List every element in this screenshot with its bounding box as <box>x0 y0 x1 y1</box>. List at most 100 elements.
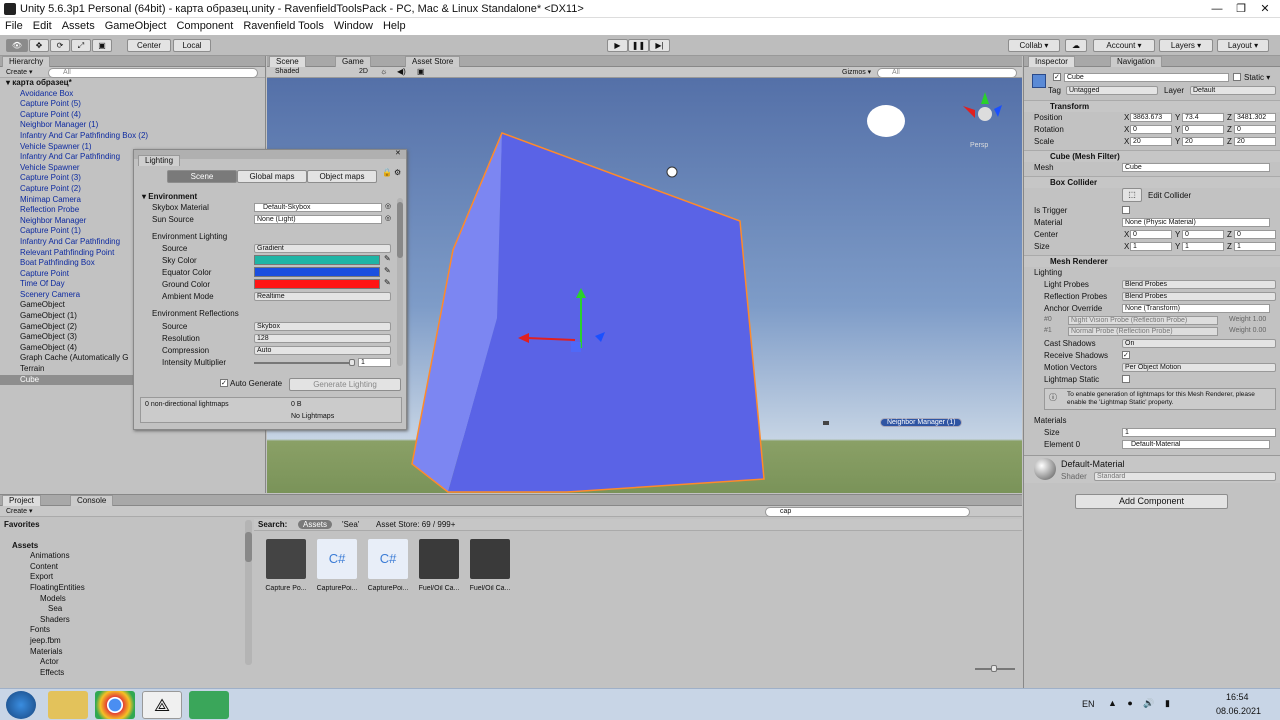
shader-dropdown[interactable]: Standard <box>1094 472 1276 481</box>
project-folder-item[interactable]: Shaders <box>4 615 244 626</box>
asset-item[interactable]: Fuel/Oil Ca... <box>417 539 461 592</box>
rotate-tool-button[interactable]: ⟳ <box>50 39 70 52</box>
materials-size-field[interactable]: 1 <box>1122 428 1276 437</box>
rotation-x-field[interactable]: 0 <box>1130 125 1172 134</box>
menu-component[interactable]: Component <box>171 18 238 32</box>
object-name-field[interactable]: Cube <box>1064 73 1229 82</box>
lighting-tab-global-maps[interactable]: Global maps <box>237 170 307 183</box>
menu-gameobject[interactable]: GameObject <box>100 18 172 32</box>
tab-scene[interactable]: Scene <box>269 56 306 67</box>
layer-dropdown[interactable]: Default <box>1190 86 1276 95</box>
cloud-icon[interactable]: ☁ <box>1065 39 1087 52</box>
reflection-probes-dropdown[interactable]: Blend Probes <box>1122 292 1276 301</box>
scale-z-field[interactable]: 20 <box>1234 137 1276 146</box>
materials-foldout[interactable]: Materials <box>1034 416 1066 425</box>
mode-2d-toggle[interactable]: 2D <box>359 68 368 75</box>
neighbor-manager-label[interactable]: Neighbor Manager (1) <box>880 418 963 427</box>
is-trigger-checkbox[interactable] <box>1122 206 1130 214</box>
size-x-field[interactable]: 1 <box>1130 242 1172 251</box>
collab-button[interactable]: Collab ▾ <box>1008 39 1060 52</box>
static-dropdown[interactable]: Static ▾ <box>1244 73 1270 82</box>
hierarchy-search-input[interactable]: All <box>48 68 258 78</box>
account-button[interactable]: Account ▾ <box>1093 39 1155 52</box>
skybox-field[interactable]: Default-Skybox <box>254 203 382 212</box>
compression-dropdown[interactable]: Auto <box>254 346 391 355</box>
element-0-field[interactable]: Default-Material <box>1122 440 1270 449</box>
mesh-field[interactable]: Cube <box>1122 163 1270 172</box>
tab-project[interactable]: Project <box>2 495 41 506</box>
favorites-item[interactable]: Favorites <box>4 520 244 531</box>
lighting-foldout[interactable]: Lighting <box>1034 268 1062 277</box>
maximize-icon[interactable]: ❐ <box>1228 0 1254 18</box>
intensity-slider-track[interactable] <box>254 362 354 364</box>
scale-tool-button[interactable]: ⤢ <box>71 39 91 52</box>
view-tool-button[interactable]: 👁 <box>6 39 28 52</box>
asset-item[interactable]: C# CapturePoi... <box>315 539 359 592</box>
motion-vectors-dropdown[interactable]: Per Object Motion <box>1122 363 1276 372</box>
lighting-tab-object-maps[interactable]: Object maps <box>307 170 377 183</box>
position-z-field[interactable]: 3481.302 <box>1234 113 1276 122</box>
eyedropper-icon[interactable]: ✎ <box>384 266 391 275</box>
rect-tool-button[interactable]: ▣ <box>92 39 112 52</box>
edit-collider-button[interactable]: ⬚ <box>1122 188 1142 202</box>
collider-material-field[interactable]: None (Physic Material) <box>1122 218 1270 227</box>
position-y-field[interactable]: 73.4 <box>1182 113 1224 122</box>
zoom-slider-handle[interactable] <box>991 665 997 672</box>
tab-asset-store[interactable]: Asset Store <box>405 56 461 67</box>
sun-picker-icon[interactable]: ◎ <box>385 214 391 222</box>
project-folder-item[interactable]: Fonts <box>4 625 244 636</box>
asset-item[interactable]: Fuel/Oil Ca... <box>468 539 512 592</box>
hierarchy-item[interactable]: Avoidance Box <box>0 89 265 100</box>
menu-file[interactable]: File <box>0 18 28 32</box>
effects-toggle-icon[interactable]: ▣ <box>417 67 425 76</box>
project-folder-item[interactable]: Sea <box>4 604 244 615</box>
language-indicator[interactable]: EN <box>1082 699 1095 709</box>
mesh-renderer-header[interactable]: Mesh Renderer <box>1024 255 1280 267</box>
project-search-input[interactable]: cap <box>765 507 970 517</box>
audio-toggle-icon[interactable]: ◀) <box>397 67 406 76</box>
eyedropper-icon[interactable]: ✎ <box>384 254 391 263</box>
asset-item[interactable]: C# CapturePoi... <box>366 539 410 592</box>
lighting-settings-icon[interactable]: ⚙ <box>394 168 401 177</box>
anchor-override-field[interactable]: None (Transform) <box>1122 304 1270 313</box>
hierarchy-create-button[interactable]: Create ▾ <box>6 68 32 76</box>
tab-inspector[interactable]: Inspector <box>1028 56 1075 67</box>
center-z-field[interactable]: 0 <box>1234 230 1276 239</box>
scale-x-field[interactable]: 20 <box>1130 137 1172 146</box>
center-x-field[interactable]: 0 <box>1130 230 1172 239</box>
project-folder-item[interactable]: Materials <box>4 647 244 658</box>
ground-color-swatch[interactable] <box>254 279 380 289</box>
equator-color-swatch[interactable] <box>254 267 380 277</box>
hierarchy-item[interactable]: Neighbor Manager (1) <box>0 120 265 131</box>
filter-assets-button[interactable]: Assets <box>298 520 333 529</box>
tray-icons[interactable]: ▲ ● 🔊 ▮ <box>1108 698 1174 709</box>
intensity-field[interactable]: 1 <box>358 358 391 367</box>
sky-color-swatch[interactable] <box>254 255 380 265</box>
menu-ravenfield-tools[interactable]: Ravenfield Tools <box>238 18 329 32</box>
environment-header[interactable]: ▾ Environment <box>142 192 197 201</box>
gizmos-dropdown[interactable]: Gizmos ▾ <box>842 68 871 76</box>
hierarchy-item[interactable]: Capture Point (4) <box>0 110 265 121</box>
project-folder-item[interactable]: Assets <box>4 541 244 552</box>
project-folder-item[interactable]: Export <box>4 572 244 583</box>
scene-search-input[interactable]: All <box>877 68 1017 78</box>
project-folder-item[interactable]: Content <box>4 562 244 573</box>
menu-help[interactable]: Help <box>378 18 411 32</box>
app-taskbar-icon[interactable] <box>189 691 229 719</box>
chrome-taskbar-icon[interactable] <box>95 691 135 719</box>
reflection-source-dropdown[interactable]: Skybox <box>254 322 391 331</box>
start-button[interactable] <box>6 691 36 719</box>
pivot-center-button[interactable]: Center <box>127 39 171 52</box>
transform-header[interactable]: Transform <box>1024 100 1280 112</box>
lighting-scrollbar[interactable] <box>397 198 403 366</box>
ambient-mode-dropdown[interactable]: Realtime <box>254 292 391 301</box>
sun-source-field[interactable]: None (Light) <box>254 215 382 224</box>
project-folder-item[interactable]: FloatingEntities <box>4 583 244 594</box>
size-y-field[interactable]: 1 <box>1182 242 1224 251</box>
tag-dropdown[interactable]: Untagged <box>1066 86 1158 95</box>
step-button[interactable]: ▶| <box>649 39 670 52</box>
mesh-filter-header[interactable]: Cube (Mesh Filter) <box>1024 150 1280 162</box>
lightmap-static-checkbox[interactable] <box>1122 375 1130 383</box>
position-x-field[interactable]: 3863.673 <box>1130 113 1172 122</box>
lighting-tab-scene[interactable]: Scene <box>167 170 237 183</box>
